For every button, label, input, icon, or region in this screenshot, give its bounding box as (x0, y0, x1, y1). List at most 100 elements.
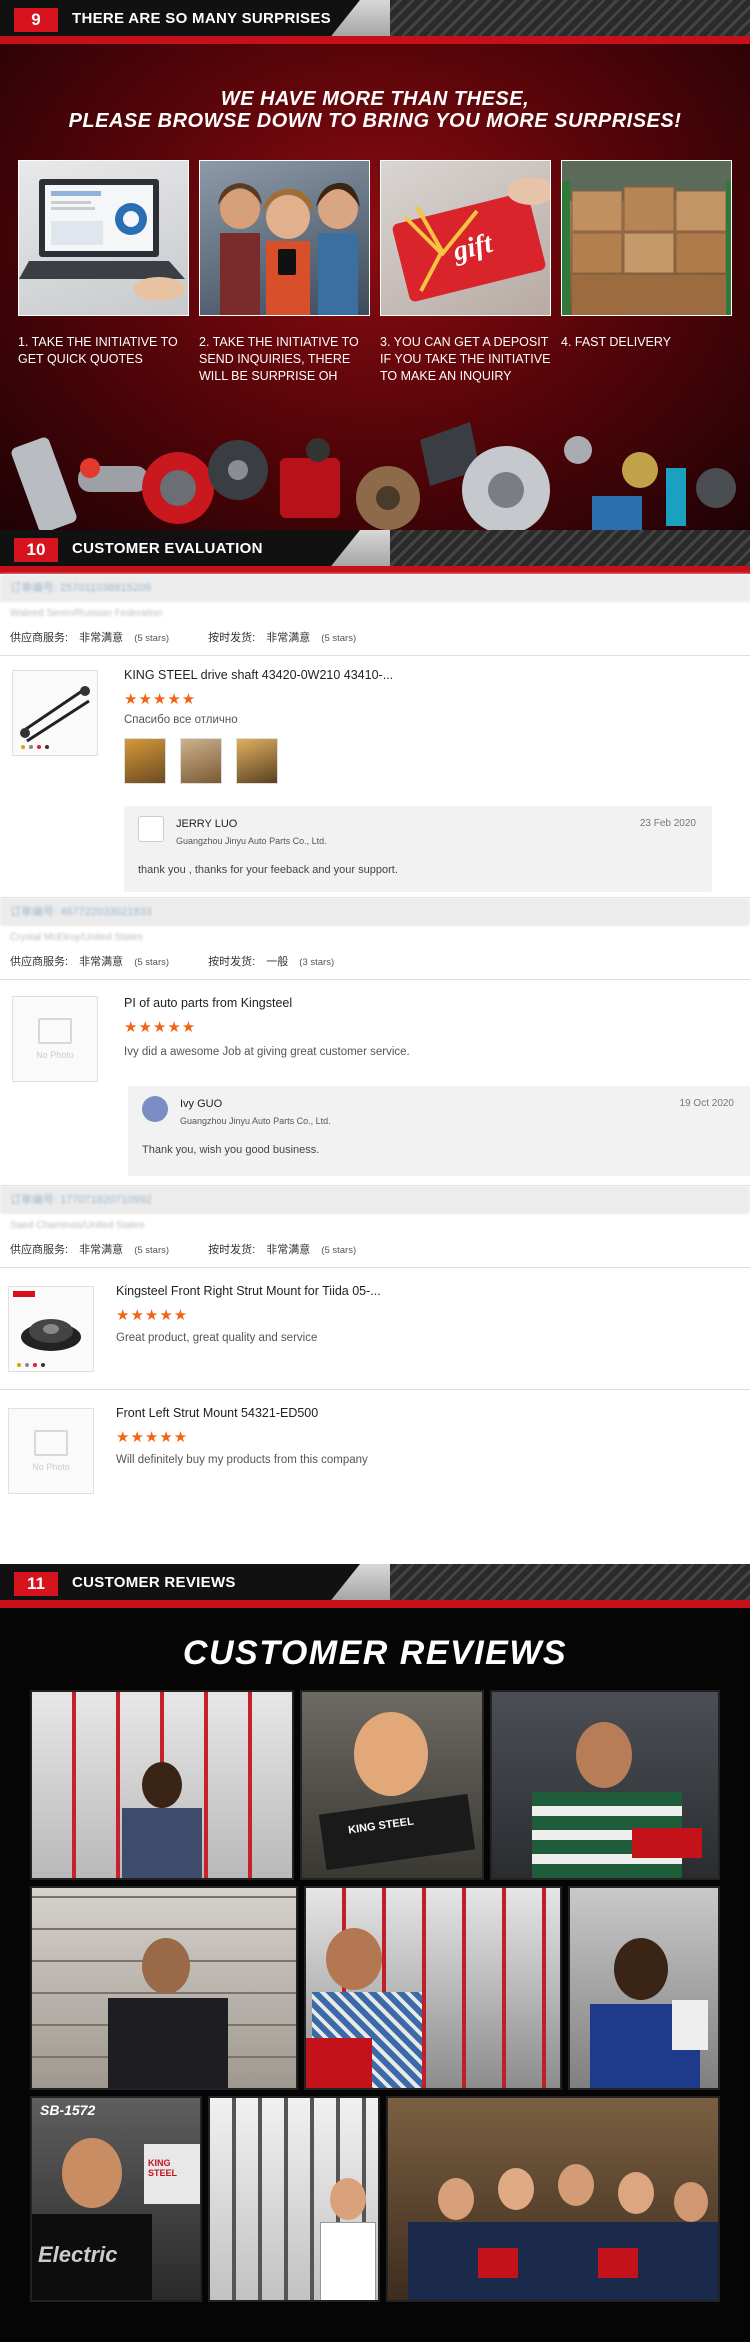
shipping-label: 按时发货: (208, 1244, 256, 1256)
gift-card-image: gift (380, 160, 551, 316)
order-id[interactable]: 467722033021833 (60, 906, 152, 918)
no-photo-placeholder: No Photo (12, 996, 98, 1082)
product-thumbnail[interactable] (8, 1286, 94, 1372)
order-id-row: 订单编号: 257011038815209 (0, 574, 750, 602)
service-label: 供应商服务: (10, 956, 69, 968)
service-rating-row: 供应商服务: 非常满意 (5 stars) 按时发货: 非常满意 (5 star… (0, 626, 750, 656)
avatar (142, 1096, 168, 1122)
no-photo-label: No Photo (36, 1050, 74, 1060)
section-header-11: 11 CUSTOMER REVIEWS (0, 1564, 750, 1608)
product-box-label: KING STEEL (148, 2158, 178, 2178)
section-header-10: 10 CUSTOMER EVALUATION (0, 530, 750, 574)
gift-card-illustration: gift (392, 177, 550, 302)
steps-images: gift (18, 160, 732, 316)
shipping-value: 非常满意 (266, 632, 311, 644)
review-item: KING STEEL drive shaft 43420-0W210 43410… (0, 656, 750, 898)
buyer-row: Crystal McElroy/United States (10, 932, 143, 943)
company-logo-icon (138, 816, 164, 842)
header-red-line (0, 566, 750, 574)
people-phone-image (199, 160, 370, 316)
no-photo-placeholder: No Photo (8, 1408, 94, 1494)
product-title[interactable]: Front Left Strut Mount 54321-ED500 (116, 1406, 318, 1420)
customer-evaluation: 订单编号: 257011038815209 Waleed Seren/Russi… (0, 574, 750, 1564)
photo-overlay-label: SB-1572 (40, 2102, 96, 2118)
steps-captions: 1. TAKE THE INITIATIVE TO GET QUICK QUOT… (18, 334, 732, 385)
customer-photo (30, 1886, 298, 2090)
step-caption-2: 2. TAKE THE INITIATIVE TO SEND INQUIRIES… (199, 335, 359, 383)
customer-photo (304, 1886, 562, 2090)
product-title[interactable]: KING STEEL drive shaft 43420-0W210 43410… (124, 668, 393, 682)
customer-photo (568, 1886, 720, 2090)
warehouse-illustration (562, 161, 731, 315)
auto-parts-illustration (11, 422, 736, 530)
reply-name: JERRY LUO (176, 818, 238, 830)
review-comment: Спасибо все отлично (124, 714, 238, 726)
star-rating: ★★★★★ (124, 1019, 197, 1036)
reply-text: thank you , thanks for your feeback and … (138, 864, 398, 876)
shipping-value: 一般 (266, 956, 289, 968)
review-photo[interactable] (124, 738, 166, 784)
shipping-stars: (5 stars) (321, 633, 357, 644)
buyer-row: Waleed Seren/Russian Federation (10, 608, 163, 619)
reply-company: Guangzhou Jinyu Auto Parts Co., Ltd. (176, 836, 327, 846)
order-id-row: 订单编号: 467722033021833 (0, 898, 750, 926)
review-item: No Photo PI of auto parts from Kingsteel… (0, 980, 750, 1186)
reply-date: 23 Feb 2020 (639, 818, 696, 829)
order-id[interactable]: 177071620710992 (60, 1194, 152, 1206)
order-id[interactable]: 257011038815209 (60, 582, 151, 594)
reply-company: Guangzhou Jinyu Auto Parts Co., Ltd. (180, 1116, 331, 1126)
product-thumbnail[interactable] (12, 670, 98, 756)
section-title: CUSTOMER REVIEWS (72, 1574, 236, 1591)
review-photos (124, 738, 278, 784)
customer-photo (30, 1690, 294, 1880)
shipping-label: 按时发货: (208, 632, 256, 644)
review-item: No Photo Front Left Strut Mount 54321-ED… (0, 1390, 750, 1494)
strut-mount-image (13, 1291, 81, 1367)
product-title[interactable]: PI of auto parts from Kingsteel (124, 996, 292, 1010)
section-header-9: 9 THERE ARE SO MANY SURPRISES (0, 0, 750, 44)
star-rating: ★★★★★ (116, 1429, 189, 1446)
order-label: 订单编号: (10, 582, 58, 594)
reviews-headline: CUSTOMER REVIEWS (182, 1634, 568, 1672)
shipping-stars: (3 stars) (299, 957, 335, 968)
service-value: 非常满意 (79, 956, 124, 968)
review-photo[interactable] (236, 738, 278, 784)
shipping-value: 非常满意 (266, 1244, 311, 1256)
order-label: 订单编号: (10, 906, 58, 918)
shipping-stars: (5 stars) (321, 1245, 357, 1256)
service-rating-row: 供应商服务: 非常满意 (5 stars) 按时发货: 非常满意 (5 star… (0, 1238, 750, 1268)
reply-text: Thank you, wish you good business. (142, 1144, 320, 1156)
header-red-line (0, 1600, 750, 1608)
service-stars: (5 stars) (134, 1245, 170, 1256)
order-id-row: 订单编号: 177071620710992 (0, 1186, 750, 1214)
image-placeholder-icon (34, 1430, 68, 1456)
service-stars: (5 stars) (134, 957, 170, 968)
customer-photo (386, 2096, 720, 2302)
customer-reviews-gallery: CUSTOMER REVIEWS KING STEEL SB-1572 Elec… (0, 1608, 750, 2342)
review-item: Kingsteel Front Right Strut Mount for Ti… (0, 1268, 750, 1390)
warehouse-delivery-image (561, 160, 732, 316)
customer-photo: SB-1572 Electric KING STEEL (30, 2096, 202, 2302)
service-label: 供应商服务: (10, 1244, 69, 1256)
header-red-line (0, 36, 750, 44)
customer-photo: KING STEEL (300, 1690, 484, 1880)
star-rating: ★★★★★ (116, 1307, 189, 1324)
section-number: 10 (14, 538, 58, 562)
service-value: 非常满意 (79, 1244, 124, 1256)
no-photo-label: No Photo (32, 1462, 70, 1472)
product-title[interactable]: Kingsteel Front Right Strut Mount for Ti… (116, 1284, 381, 1298)
review-comment: Will definitely buy my products from thi… (116, 1454, 368, 1466)
step-caption-3: 3. YOU CAN GET A DEPOSIT IF YOU TAKE THE… (380, 335, 551, 383)
star-rating: ★★★★★ (124, 691, 197, 708)
reply-name: Ivy GUO (180, 1098, 223, 1110)
reply-date: 19 Oct 2020 (679, 1098, 734, 1109)
supplier-reply: JERRY LUO Guangzhou Jinyu Auto Parts Co.… (124, 806, 712, 892)
header-stripes (390, 0, 750, 36)
review-comment: Ivy did a awesome Job at giving great cu… (124, 1046, 410, 1058)
surprises-headline: WE HAVE MORE THAN THESE, PLEASE BROWSE D… (0, 88, 750, 132)
service-stars: (5 stars) (134, 633, 170, 644)
laptop-illustration (19, 179, 185, 301)
review-comment: Great product, great quality and service (116, 1332, 318, 1344)
review-photo[interactable] (180, 738, 222, 784)
step-caption-4: 4. FAST DELIVERY (561, 335, 672, 349)
